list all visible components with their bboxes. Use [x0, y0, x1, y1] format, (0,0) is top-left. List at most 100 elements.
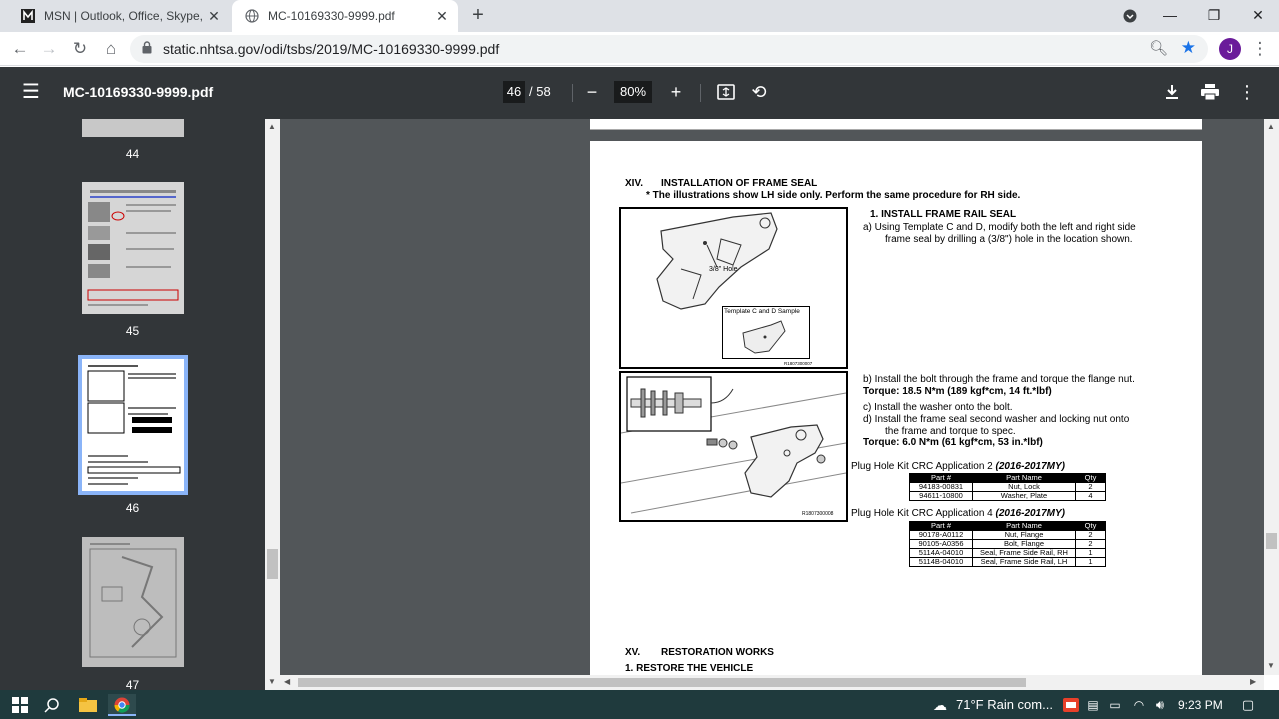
page-number-input[interactable]: 46 — [503, 81, 525, 103]
kit2-year: (2016-2017MY) — [995, 461, 1066, 472]
windows-taskbar: ☁ 71°F Rain com... ▤ ▭ ◠ 🔊︎ 9:23 PM ▢ — [0, 690, 1279, 719]
reload-icon[interactable]: ↻ — [68, 37, 92, 61]
scroll-up-icon[interactable]: ▲ — [1267, 122, 1275, 131]
volume-icon[interactable]: 🔊︎ — [1150, 694, 1170, 716]
tab-title: MC-10169330-9999.pdf — [268, 9, 395, 23]
tab-pdf[interactable]: MC-10169330-9999.pdf ✕ — [232, 0, 458, 32]
rotate-icon[interactable]: ⟲ — [747, 79, 771, 105]
section-note: * The illustrations show LH side only. P… — [646, 190, 1021, 201]
wifi-icon[interactable]: ◠ — [1130, 694, 1148, 716]
close-tab-icon[interactable]: ✕ — [434, 8, 450, 24]
sidebar-scrollbar[interactable]: ▲ ▼ — [265, 119, 280, 690]
thumbnail-sidebar: 44 45 46 47 — [0, 119, 265, 690]
table-cell: 4 — [1075, 491, 1106, 501]
step-a-line2: frame seal by drilling a (3/8") hole in … — [885, 234, 1133, 245]
lock-icon — [142, 41, 156, 57]
page-total: / 58 — [529, 84, 551, 99]
viewer-horizontal-scrollbar[interactable]: ◀ ▶ — [280, 675, 1264, 690]
kit4-parts-table: Part # Part Name Qty 90178-A0112 Nut, Fl… — [909, 521, 1106, 567]
notification-icon[interactable]: ▢ — [1238, 694, 1258, 716]
scroll-right-icon[interactable]: ▶ — [1250, 677, 1256, 686]
step-d-line1: d) Install the frame seal second washer … — [863, 414, 1130, 425]
url-text: static.nhtsa.gov/odi/tsbs/2019/MC-101693… — [163, 41, 500, 57]
kit4-heading: Plug Hole Kit CRC Application 4 (2016-20… — [851, 508, 1065, 519]
step-title: 1. INSTALL FRAME RAIL SEAL — [870, 209, 1017, 220]
table-row: 5114B-04010 Seal, Frame Side Rail, LH 1 — [909, 557, 1106, 567]
clock-time[interactable]: 9:23 PM — [1178, 694, 1223, 716]
fit-page-icon[interactable] — [714, 79, 738, 105]
template-inset: Template C and D Sample — [722, 306, 810, 359]
scrollbar-thumb[interactable] — [267, 549, 278, 579]
thumbnail-page-46[interactable] — [78, 355, 188, 495]
template-label: Template C and D Sample — [724, 308, 800, 315]
step-a-line1: a) Using Template C and D, modify both t… — [863, 222, 1136, 233]
close-tab-icon[interactable]: ✕ — [206, 8, 222, 24]
globe-icon — [244, 8, 260, 24]
step-c: c) Install the washer onto the bolt. — [863, 402, 1013, 413]
tab-msn[interactable]: MSN | Outlook, Office, Skype, Bing ✕ — [8, 0, 230, 32]
scrollbar-thumb[interactable] — [298, 678, 1026, 687]
torque-spec-1: Torque: 18.5 N*m (189 kgf*cm, 14 ft.*lbf… — [863, 386, 1052, 397]
minimize-icon[interactable]: — — [1148, 0, 1192, 32]
viewer-vertical-scrollbar[interactable]: ▲ ▼ — [1264, 119, 1279, 675]
tab-strip: MSN | Outlook, Office, Skype, Bing ✕ MC-… — [0, 0, 1279, 32]
hole-callout: 3/8" Hole — [709, 266, 738, 273]
windows-start-icon[interactable] — [8, 694, 32, 716]
search-icon[interactable] — [40, 694, 64, 716]
tray-app-icon[interactable]: ▤ — [1084, 694, 1102, 716]
kit4-title: Plug Hole Kit CRC Application 4 — [851, 508, 996, 519]
msn-icon — [20, 8, 36, 24]
kit2-parts-table: Part # Part Name Qty 94183-00831 Nut, Lo… — [909, 473, 1106, 501]
weather-cloud-icon[interactable]: ☁ — [928, 694, 952, 716]
table-cell: Seal, Frame Side Rail, LH — [972, 557, 1076, 567]
antivirus-tray-icon[interactable] — [1062, 694, 1080, 716]
table-cell: 5114B-04010 — [909, 557, 973, 567]
thumbnail-page-47[interactable] — [82, 537, 184, 667]
forward-icon[interactable]: → — [37, 37, 61, 61]
back-icon[interactable]: ← — [8, 37, 32, 61]
thumbnail-label: 46 — [125, 501, 140, 515]
step-d-line2: the frame and torque to spec. — [885, 426, 1016, 437]
torque-spec-2: Torque: 6.0 N*m (61 kgf*cm, 53 in.*lbf) — [863, 437, 1043, 448]
zoom-level-input[interactable]: 80% — [614, 81, 652, 103]
weather-text[interactable]: 71°F Rain com... — [956, 694, 1053, 716]
zoom-out-button[interactable]: − — [580, 79, 604, 105]
chrome-menu-icon[interactable]: ⋮ — [1250, 37, 1270, 61]
thumbnail-page-44[interactable] — [82, 119, 184, 137]
restore-icon[interactable]: ❐ — [1192, 0, 1236, 32]
close-window-icon[interactable]: ✕ — [1236, 0, 1279, 32]
kit2-heading: Plug Hole Kit CRC Application 2 (2016-20… — [851, 461, 1065, 472]
scroll-up-icon[interactable]: ▲ — [268, 122, 276, 131]
home-icon[interactable]: ⌂ — [99, 37, 123, 61]
download-icon[interactable] — [1160, 79, 1184, 105]
kit2-title: Plug Hole Kit CRC Application 2 — [851, 461, 996, 472]
zoom-icon[interactable]: 🔍︎ — [1149, 39, 1168, 57]
tab-search-icon[interactable] — [1108, 0, 1152, 32]
address-bar-row: ← → ↻ ⌂ static.nhtsa.gov/odi/tsbs/2019/M… — [0, 32, 1279, 66]
scroll-down-icon[interactable]: ▼ — [1267, 661, 1275, 670]
figure-code: R1807300007 — [784, 361, 813, 366]
more-options-icon[interactable]: ⋮ — [1235, 79, 1259, 105]
table-cell: 1 — [1075, 557, 1106, 567]
hamburger-menu-icon[interactable]: ☰ — [22, 81, 40, 103]
omnibox[interactable]: static.nhtsa.gov/odi/tsbs/2019/MC-101693… — [130, 35, 1208, 63]
print-icon[interactable] — [1198, 79, 1222, 105]
new-tab-button[interactable]: + — [466, 4, 490, 28]
scrollbar-thumb[interactable] — [1266, 533, 1277, 549]
divider — [700, 84, 701, 102]
section-number: XIV. — [625, 178, 643, 189]
file-explorer-icon[interactable] — [76, 694, 100, 716]
battery-icon[interactable]: ▭ — [1106, 694, 1124, 716]
table-cell: 94611-10800 — [909, 491, 973, 501]
chrome-taskbar-icon[interactable] — [108, 694, 136, 716]
section-title: RESTORATION WORKS — [661, 647, 774, 658]
figure-frame-seal-template: 3/8" Hole Template C and D Sample R18073… — [619, 207, 848, 369]
section-number: XV. — [625, 647, 641, 658]
profile-avatar[interactable]: J — [1219, 38, 1241, 60]
figure-code: R1807300008 — [802, 511, 834, 517]
scroll-down-icon[interactable]: ▼ — [268, 677, 276, 686]
scroll-left-icon[interactable]: ◀ — [284, 677, 290, 686]
thumbnail-page-45[interactable] — [82, 182, 184, 314]
bookmark-star-icon[interactable]: ★ — [1181, 38, 1196, 58]
zoom-in-button[interactable]: + — [664, 79, 688, 105]
